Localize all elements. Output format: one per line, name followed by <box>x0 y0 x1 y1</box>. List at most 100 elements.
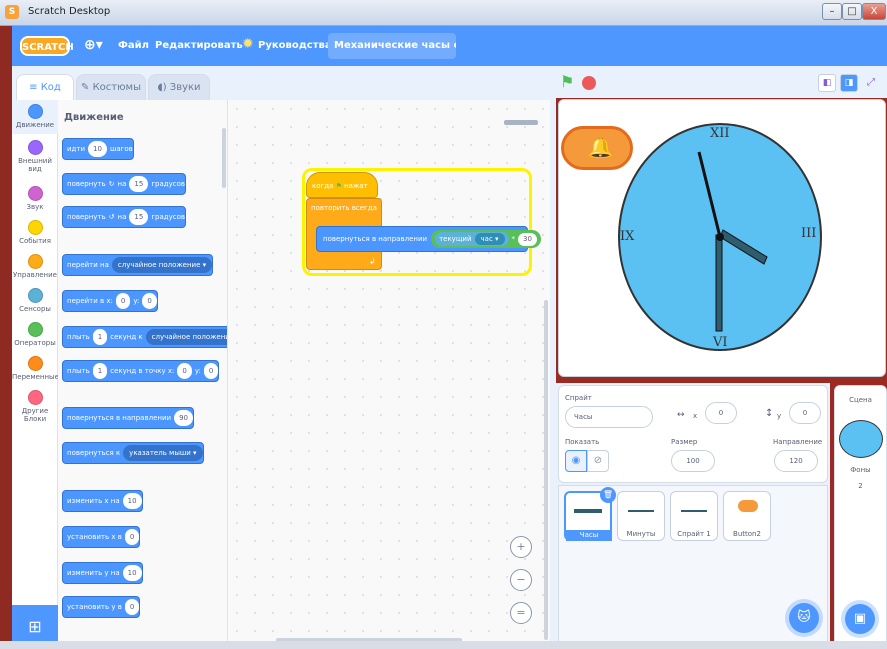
palette-scrollbar[interactable] <box>222 128 226 188</box>
stage-selector[interactable]: Сцена Фоны 2 ▣ <box>834 385 887 649</box>
category-label: Звук <box>26 203 44 211</box>
normal-stage-button[interactable]: ◨ <box>840 74 858 92</box>
sprite-tile-button2[interactable]: Button2 <box>723 491 771 541</box>
block-change-y[interactable]: изменить у на 10 <box>62 562 143 584</box>
category-events[interactable]: События <box>12 216 58 250</box>
sprite-tile-chasy[interactable]: Часы 🗑 <box>564 487 616 541</box>
block-input[interactable]: 0 <box>124 599 140 615</box>
green-flag-icon: ⚑ <box>335 182 342 190</box>
green-flag-button[interactable]: ⚑ <box>560 72 574 91</box>
block-input[interactable]: 0 <box>203 363 219 379</box>
image-plus-icon: ▣ <box>853 611 867 626</box>
block-input[interactable]: 90 <box>174 410 193 426</box>
numeral-6: VI <box>713 335 728 350</box>
block-dropdown[interactable]: случайное положение ▾ <box>111 257 213 273</box>
block-text: y: <box>194 367 201 375</box>
block-point-in-direction[interactable]: повернуться в направлении 90 <box>62 407 194 429</box>
category-sensing[interactable]: Сенсоры <box>12 284 58 318</box>
menu-bar: SCRATCH ⊕▾ Файл Редактировать ✹ Руководс… <box>12 26 887 66</box>
direction-input[interactable]: 120 <box>774 450 818 472</box>
block-input[interactable]: 15 <box>129 209 149 225</box>
block-input[interactable]: 10 <box>122 565 142 581</box>
block-text: шагов <box>109 145 133 153</box>
scratch-logo[interactable]: SCRATCH <box>20 36 74 56</box>
maximize-button[interactable]: □ <box>842 3 862 20</box>
block-glide-to-xy[interactable]: плыть 1 секунд в точку x: 0 y: 0 <box>62 360 220 382</box>
block-text: секунд к <box>110 333 143 341</box>
zoom-in-button[interactable]: + <box>510 536 532 558</box>
fullscreen-icon[interactable]: ⤢ <box>862 74 880 92</box>
tab-sounds[interactable]: ◖) Звуки <box>148 74 210 102</box>
tutorials-menu[interactable]: Руководства <box>258 40 332 51</box>
block-turn-left[interactable]: повернуть ↺ на 15 градусов <box>62 206 186 228</box>
size-input[interactable]: 100 <box>671 450 715 472</box>
block-set-x[interactable]: установить х в0 <box>62 526 141 548</box>
clock-center <box>716 233 724 241</box>
category-my-blocks[interactable]: Другие Блоки <box>12 386 58 426</box>
category-control[interactable]: Управление <box>12 250 58 284</box>
script-vertical-scrollbar[interactable] <box>544 300 548 640</box>
block-text: установить у в <box>67 603 122 611</box>
trash-icon[interactable]: 🗑 <box>600 487 616 503</box>
block-input[interactable]: 0 <box>142 293 157 309</box>
block-input[interactable]: 10 <box>122 493 142 509</box>
block-input[interactable]: 0 <box>115 293 131 309</box>
file-menu[interactable]: Файл <box>118 40 149 51</box>
cat-plus-icon: 🐱 <box>797 610 811 625</box>
x-input[interactable]: 0 <box>705 402 737 424</box>
block-point-towards[interactable]: повернуться к указатель мыши ▾ <box>62 442 204 464</box>
tab-code[interactable]: ≡ Код <box>16 74 74 102</box>
script-scroll-handle[interactable] <box>504 120 538 125</box>
block-input[interactable]: 15 <box>129 176 149 192</box>
stage-canvas[interactable]: 🔔 XII III VI IX <box>558 99 886 377</box>
y-input[interactable]: 0 <box>789 402 821 424</box>
category-variables[interactable]: Переменные <box>12 352 59 386</box>
category-looks[interactable]: Внешний вид <box>12 136 58 176</box>
block-input[interactable]: 1 <box>92 363 108 379</box>
minimize-button[interactable]: – <box>822 3 842 20</box>
show-hidden-button[interactable]: ⊘ <box>587 450 609 472</box>
block-turn-right[interactable]: повернуть ↻ на 15 градусов <box>62 173 186 195</box>
y-label: y <box>777 412 782 420</box>
close-button[interactable]: X <box>862 3 886 20</box>
block-move-steps[interactable]: идти 10 шагов <box>62 138 134 160</box>
block-dropdown[interactable]: случайное положение <box>145 329 227 345</box>
block-when-flag-clicked[interactable]: когда ⚑ нажат <box>306 172 378 198</box>
sprite-tile-name: Button2 <box>733 530 761 538</box>
block-glide-to[interactable]: плыть 1 секунд к случайное положение <box>62 326 227 348</box>
small-stage-button[interactable]: ◧ <box>818 74 836 92</box>
block-input[interactable]: 0 <box>177 363 192 379</box>
lightbulb-icon: ✹ <box>242 36 254 52</box>
block-go-to-xy[interactable]: перейти в x: 0 y: 0 <box>62 290 158 312</box>
zoom-out-button[interactable]: − <box>510 569 532 591</box>
operator-input[interactable]: 30 <box>518 232 537 246</box>
sensor-current-block[interactable]: текущий час ▾ <box>435 232 509 246</box>
sprite-tile-minuty[interactable]: Минуты <box>617 491 665 541</box>
project-title-field[interactable]: Механические часы с бу... <box>328 33 456 59</box>
tab-costumes[interactable]: ✎ Костюмы <box>76 74 146 102</box>
show-visible-button[interactable]: ◉ <box>565 450 587 472</box>
script-area[interactable]: когда ⚑ нажат повторить всегда ↲ поверну… <box>228 100 550 649</box>
block-dropdown[interactable]: указатель мыши ▾ <box>123 445 203 461</box>
category-operators[interactable]: Операторы <box>12 318 58 352</box>
block-set-y[interactable]: установить у в0 <box>62 596 141 618</box>
zoom-reset-button[interactable]: = <box>510 602 532 624</box>
variables-dot-icon <box>27 356 43 371</box>
sprite-tile-sprite1[interactable]: Спрайт 1 <box>670 491 718 541</box>
choose-backdrop-button[interactable]: ▣ <box>845 604 875 634</box>
stop-button[interactable] <box>582 76 596 90</box>
block-input[interactable]: 10 <box>88 141 107 157</box>
block-change-x[interactable]: изменить х на 10 <box>62 490 143 512</box>
category-motion[interactable]: Движение <box>12 100 58 134</box>
language-globe-icon[interactable]: ⊕▾ <box>84 37 103 53</box>
block-input[interactable]: 0 <box>124 529 140 545</box>
operator-multiply-block[interactable]: текущий час ▾ * 30 <box>431 230 541 248</box>
edit-menu[interactable]: Редактировать <box>155 40 243 51</box>
category-sound[interactable]: Звук <box>12 182 58 216</box>
block-go-to[interactable]: перейти на случайное положение ▾ <box>62 254 214 276</box>
choose-sprite-button[interactable]: 🐱 <box>789 603 819 633</box>
block-point-in-direction-script[interactable]: повернуться в направлении текущий час ▾ *… <box>316 226 541 252</box>
sprite-name-input[interactable]: Часы <box>565 406 653 428</box>
sensor-dropdown[interactable]: час ▾ <box>474 233 505 245</box>
block-input[interactable]: 1 <box>92 329 108 345</box>
